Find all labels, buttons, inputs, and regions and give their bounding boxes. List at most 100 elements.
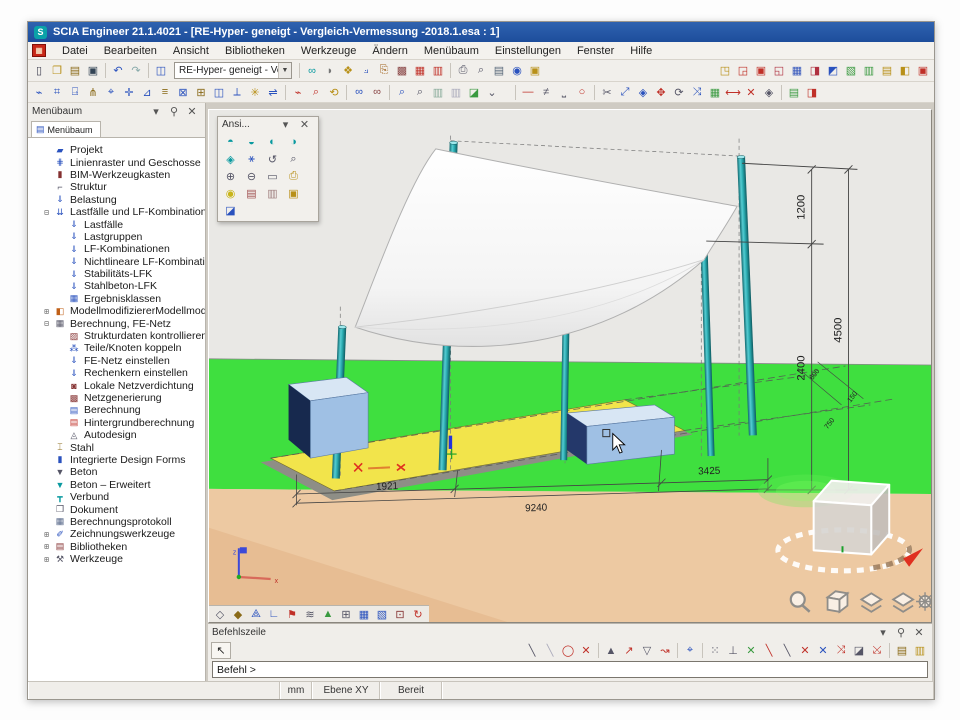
- collapse-icon[interactable]: ⊟: [40, 208, 53, 217]
- plate-icon[interactable]: ⌖: [102, 84, 120, 101]
- tree-item-zeichnungswerkzeuge[interactable]: ⊞✐Zeichnungswerkzeuge: [28, 528, 205, 540]
- palette-dropdown-icon[interactable]: ▾: [276, 117, 295, 133]
- node-icon[interactable]: ⊞: [192, 84, 210, 101]
- palette-close-icon[interactable]: ✕: [295, 117, 314, 133]
- extend-icon[interactable]: ⤢: [616, 84, 634, 101]
- menu-hilfe[interactable]: Hilfe: [622, 43, 660, 59]
- opening-icon[interactable]: ⊠: [174, 84, 192, 101]
- tree-item-ergebnisklassen[interactable]: ▦Ergebnisklassen: [28, 293, 205, 305]
- menu-fenster[interactable]: Fenster: [569, 43, 622, 59]
- tab-menubaum[interactable]: ▤ Menübaum: [31, 121, 101, 137]
- tree-item-bibliotheken[interactable]: ⊞▤Bibliotheken: [28, 541, 205, 553]
- tree-item-rechenkern-einstellen[interactable]: ⇓Rechenkern einstellen: [28, 367, 205, 379]
- swap-icon[interactable]: ⟲: [325, 84, 343, 101]
- command-panel-header[interactable]: Befehlszeile ▾⚲✕: [208, 624, 932, 641]
- view-top-icon[interactable]: ◓: [221, 134, 240, 150]
- menu-ansicht[interactable]: Ansicht: [165, 43, 217, 59]
- layer-view-icon[interactable]: ▧: [373, 606, 391, 623]
- tree-item-verbund[interactable]: ┳Verbund: [28, 491, 205, 503]
- member-2d-icon[interactable]: ⌗: [48, 84, 66, 101]
- cursor-snap-icon[interactable]: ⌖: [681, 642, 699, 659]
- draw-line-icon[interactable]: —: [519, 84, 537, 101]
- expand-icon[interactable]: ⊞: [40, 530, 53, 539]
- menu-ändern[interactable]: Ändern: [364, 43, 415, 59]
- rotate-view-icon[interactable]: ↺: [263, 151, 282, 167]
- expand-icon[interactable]: ⊞: [40, 542, 53, 551]
- view-flag4-icon[interactable]: ◩: [824, 62, 842, 79]
- grid-tool-icon[interactable]: ✳: [246, 84, 264, 101]
- snap-grid-icon[interactable]: ⁙: [706, 642, 724, 659]
- zoom-window-icon[interactable]: ⌕: [284, 151, 303, 167]
- new-file-icon[interactable]: ▯: [30, 62, 48, 79]
- array-icon[interactable]: ▦: [706, 84, 724, 101]
- render-mode-icon[interactable]: ▲: [319, 606, 337, 623]
- move-icon[interactable]: ✥: [652, 84, 670, 101]
- box-left[interactable]: [289, 377, 369, 458]
- cross-ref-icon[interactable]: ✕: [742, 84, 760, 101]
- snap-green-icon[interactable]: ✕: [742, 642, 760, 659]
- tree-item-stahlbeton-lfk[interactable]: ⇓Stahlbeton-LFK: [28, 280, 205, 292]
- dim-tool-icon[interactable]: ⟷: [724, 84, 742, 101]
- menu-einstellungen[interactable]: Einstellungen: [487, 43, 569, 59]
- tree-item-netzgenerierung[interactable]: ▩Netzgenerierung: [28, 392, 205, 404]
- cmd-dropdown-icon[interactable]: ▾: [874, 624, 892, 641]
- tree-item-beton-erweitert[interactable]: ▼Beton – Erweitert: [28, 479, 205, 491]
- view-front-icon[interactable]: ◐: [263, 134, 282, 150]
- tree-item-lf-kombinationen[interactable]: ⇓LF-Kombinationen: [28, 243, 205, 255]
- save-icon[interactable]: ▣: [84, 62, 102, 79]
- lasso-select-icon[interactable]: ⟓: [357, 62, 375, 79]
- layers-icon[interactable]: ▩: [393, 62, 411, 79]
- snap-line-icon[interactable]: ╲: [523, 642, 541, 659]
- mdi-system-icon[interactable]: ▦: [32, 44, 46, 57]
- clip-box-icon[interactable]: ▣: [284, 185, 303, 201]
- menu-datei[interactable]: Datei: [54, 43, 96, 59]
- picture-icon[interactable]: ▣: [526, 62, 544, 79]
- view-flag7-icon[interactable]: ▤: [878, 62, 896, 79]
- tree-item-nichtlineare-lf-kombinatione[interactable]: ⇓Nichtlineare LF-Kombinatione: [28, 256, 205, 268]
- snap-ortho-icon[interactable]: ⊥: [724, 642, 742, 659]
- snap-midpoint-icon[interactable]: ↗: [620, 642, 638, 659]
- view-back-icon[interactable]: ◑: [284, 134, 303, 150]
- tree-item-hintergrundberechnung[interactable]: ▤Hintergrundberechnung: [28, 417, 205, 429]
- storey-icon[interactable]: ⇌: [264, 84, 282, 101]
- snap-off-icon[interactable]: ✕: [577, 642, 595, 659]
- snap-x1-icon[interactable]: ╲: [760, 642, 778, 659]
- overlay-cube-icon[interactable]: [828, 591, 848, 611]
- more-icon[interactable]: ⌄: [483, 84, 501, 101]
- command-input[interactable]: Befehl >: [212, 661, 928, 678]
- member-1d-icon[interactable]: ⌁: [30, 84, 48, 101]
- tree-item-stahl[interactable]: ⌶Stahl: [28, 441, 205, 453]
- find2-icon[interactable]: ⌕: [411, 84, 429, 101]
- panel-close-icon[interactable]: ✕: [183, 103, 201, 120]
- menu-bibliotheken[interactable]: Bibliotheken: [217, 43, 293, 59]
- panel-pin-icon[interactable]: ⚲: [165, 103, 183, 120]
- solid-icon[interactable]: ◆: [229, 606, 247, 623]
- view-flag3-icon[interactable]: ◨: [806, 62, 824, 79]
- snap-tangent-icon[interactable]: ↝: [656, 642, 674, 659]
- ucs-icon[interactable]: ∟: [265, 606, 283, 623]
- modify-icon[interactable]: ⌁: [289, 84, 307, 101]
- view-table-icon[interactable]: ▦: [355, 606, 373, 623]
- snap-box-icon[interactable]: ▥: [911, 642, 929, 659]
- tree-item-werkzeuge[interactable]: ⊞⚒Werkzeuge: [28, 553, 205, 565]
- menu-werkzeuge[interactable]: Werkzeuge: [293, 43, 364, 59]
- bind-pair2-icon[interactable]: ∞: [368, 84, 386, 101]
- draw-polyline-icon[interactable]: ⎵: [555, 84, 573, 101]
- sidebar-header[interactable]: Menübaum ▾⚲✕: [28, 103, 205, 120]
- copy-props-icon[interactable]: ▥: [429, 84, 447, 101]
- expand-icon[interactable]: ⊞: [40, 307, 53, 316]
- combo-dropdown-icon[interactable]: ▼: [278, 63, 291, 78]
- wall-icon[interactable]: ✛: [120, 84, 138, 101]
- clip-view-icon[interactable]: ⎙: [284, 168, 303, 184]
- view-flag5-icon[interactable]: ▧: [842, 62, 860, 79]
- render-a-icon[interactable]: ▤: [242, 185, 261, 201]
- table-results-icon[interactable]: ▥: [429, 62, 447, 79]
- zoom-in-icon[interactable]: ⊕: [221, 168, 240, 184]
- draw-parallel-icon[interactable]: ≠: [537, 84, 555, 101]
- zoom-out-icon[interactable]: ⊖: [242, 168, 261, 184]
- document-icon[interactable]: ▤: [490, 62, 508, 79]
- snap-x6-icon[interactable]: ◪: [850, 642, 868, 659]
- tree-item-autodesign[interactable]: ◬Autodesign: [28, 429, 205, 441]
- light-icon[interactable]: ◉: [221, 185, 240, 201]
- tree-item-bim-werkzeugkasten[interactable]: ▮BIM-Werkzeugkasten: [28, 169, 205, 181]
